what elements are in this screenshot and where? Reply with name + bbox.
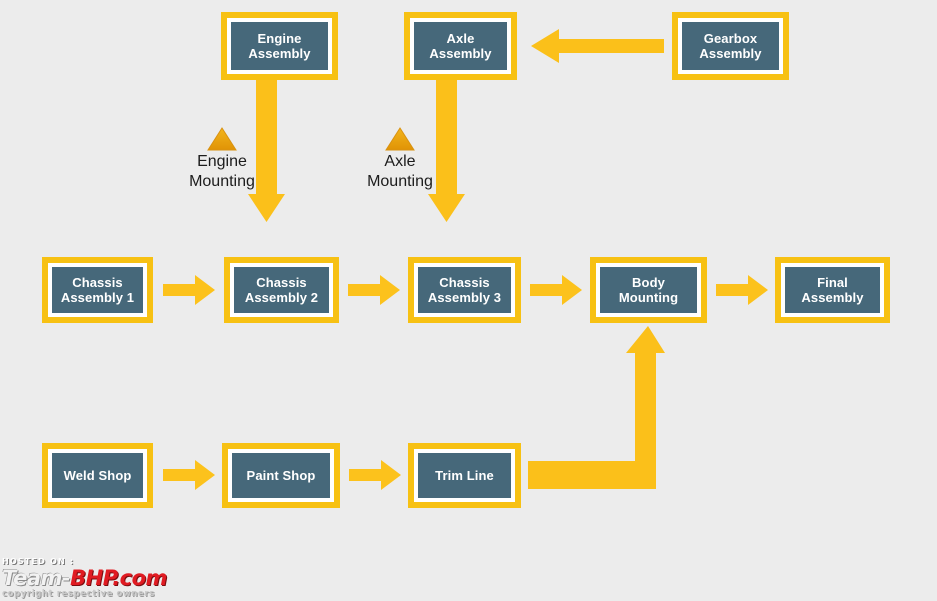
node-body: Chassis Assembly 1 xyxy=(48,263,147,317)
triangle-icon xyxy=(207,127,237,151)
node-body: Final Assembly xyxy=(781,263,884,317)
arrow-chassis1-to-chassis2 xyxy=(163,275,215,305)
node-label: Chassis Assembly 2 xyxy=(244,275,319,305)
node-body: Body Mounting xyxy=(596,263,701,317)
node-body: Trim Line xyxy=(414,449,515,502)
triangle-icon xyxy=(385,127,415,151)
node-body: Paint Shop xyxy=(228,449,334,502)
node-body: Axle Assembly xyxy=(410,18,511,74)
node-label: Final Assembly xyxy=(801,275,864,305)
watermark-copyright: copyright respective owners xyxy=(2,589,155,599)
arrow-body-mounting-to-final-assembly xyxy=(716,275,768,305)
node-final-assembly[interactable]: Final Assembly xyxy=(775,257,890,323)
node-axle-assembly[interactable]: Axle Assembly xyxy=(404,12,517,80)
milestone-label: Axle Mounting xyxy=(367,153,433,190)
milestone-engine-mounting: Engine Mounting xyxy=(177,127,267,192)
node-body: Engine Assembly xyxy=(227,18,332,74)
milestone-label: Engine Mounting xyxy=(189,153,255,190)
node-label: Chassis Assembly 1 xyxy=(60,275,135,305)
node-body: Weld Shop xyxy=(48,449,147,502)
node-label: Gearbox Assembly xyxy=(699,31,762,61)
watermark-brand: Team-BHP.com xyxy=(2,567,196,589)
arrow-chassis3-to-body-mounting xyxy=(530,275,582,305)
node-label: Engine Assembly xyxy=(248,31,311,61)
node-body-mounting[interactable]: Body Mounting xyxy=(590,257,707,323)
node-chassis-assembly-3[interactable]: Chassis Assembly 3 xyxy=(408,257,521,323)
node-paint-shop[interactable]: Paint Shop xyxy=(222,443,340,508)
diagram-canvas: Engine Assembly Axle Assembly Gearbox As… xyxy=(0,0,937,601)
arrow-trim-line-to-body-mounting xyxy=(528,326,668,489)
node-body: Chassis Assembly 3 xyxy=(414,263,515,317)
node-weld-shop[interactable]: Weld Shop xyxy=(42,443,153,508)
node-engine-assembly[interactable]: Engine Assembly xyxy=(221,12,338,80)
node-label: Axle Assembly xyxy=(429,31,492,61)
node-chassis-assembly-1[interactable]: Chassis Assembly 1 xyxy=(42,257,153,323)
watermark-brand-team: Team- xyxy=(2,566,71,590)
node-label: Body Mounting xyxy=(618,275,679,305)
node-chassis-assembly-2[interactable]: Chassis Assembly 2 xyxy=(224,257,339,323)
node-label: Trim Line xyxy=(435,468,494,483)
arrow-paint-shop-to-trim-line xyxy=(349,460,401,490)
node-label: Chassis Assembly 3 xyxy=(427,275,502,305)
node-trim-line[interactable]: Trim Line xyxy=(408,443,521,508)
watermark-brand-bhp: BHP.com xyxy=(70,566,167,590)
arrow-weld-shop-to-paint-shop xyxy=(163,460,215,490)
node-gearbox-assembly[interactable]: Gearbox Assembly xyxy=(672,12,789,80)
arrow-chassis2-to-chassis3 xyxy=(348,275,400,305)
milestone-axle-mounting: Axle Mounting xyxy=(357,127,443,192)
arrow-gearbox-to-axle xyxy=(531,28,664,64)
node-body: Gearbox Assembly xyxy=(678,18,783,74)
node-body: Chassis Assembly 2 xyxy=(230,263,333,317)
node-label: Weld Shop xyxy=(63,468,132,483)
watermark: HOSTED ON : Team-BHP.com copyright respe… xyxy=(0,555,196,601)
node-label: Paint Shop xyxy=(246,468,316,483)
